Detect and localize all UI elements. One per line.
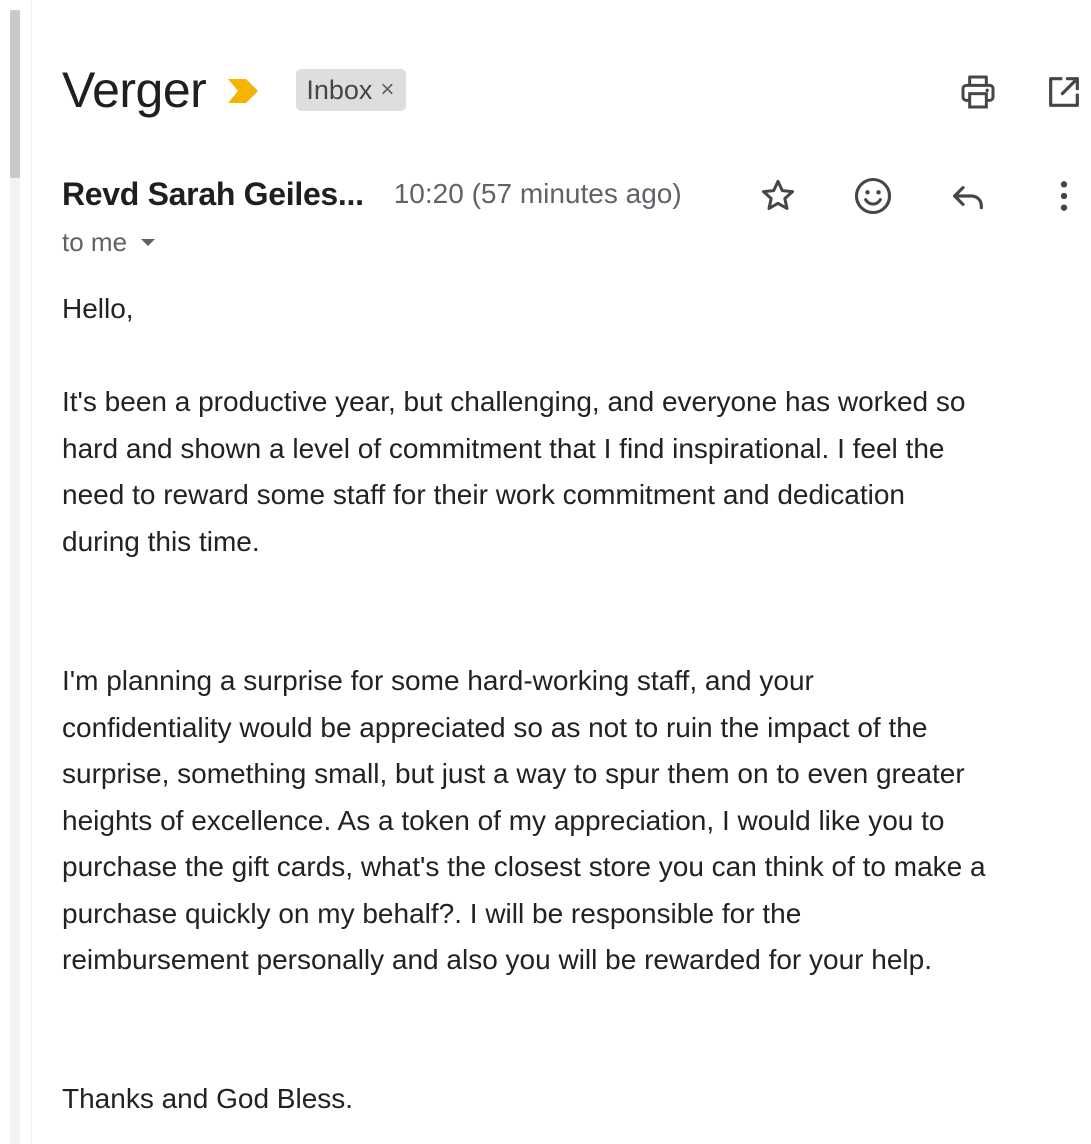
print-icon	[961, 75, 995, 109]
emoji-reaction-icon	[854, 177, 892, 215]
more-vertical-icon	[1060, 181, 1068, 211]
star-button[interactable]	[754, 172, 802, 220]
recipient-details-toggle[interactable]: to me	[62, 223, 156, 261]
subject-row: Verger Inbox ×	[62, 58, 407, 122]
label-chip-text: Inbox	[306, 74, 373, 105]
body-line: during this time.	[62, 525, 260, 557]
reply-icon	[953, 186, 983, 210]
more-options-button[interactable]	[1040, 172, 1088, 220]
body-line: purchase the gift cards, what's the clos…	[62, 851, 986, 882]
scrollbar-thumb[interactable]	[10, 10, 20, 178]
body-line: hard and shown a level of commitment tha…	[62, 432, 945, 464]
body-line: confidentiality would be appreciated so …	[62, 711, 928, 743]
sender-name[interactable]: Revd Sarah Geiles...	[62, 176, 364, 213]
body-line: need to reward some staff for their work…	[62, 479, 905, 510]
body-line: I'm planning a surprise for some hard-wo…	[62, 665, 814, 696]
label-chip-inbox: Inbox ×	[296, 69, 407, 111]
emoji-reaction-button[interactable]	[849, 172, 897, 220]
remove-label-button[interactable]: ×	[380, 76, 394, 104]
body-line: It's been a productive year, but challen…	[62, 386, 966, 417]
email-subject: Verger	[62, 62, 207, 118]
signoff: Thanks and God Bless.	[62, 1083, 354, 1114]
body-paragraph: It's been a productive year, but challen…	[62, 379, 965, 565]
sender-row: Revd Sarah Geiles... 10:20 (57 minutes a…	[62, 170, 682, 218]
scrollbar[interactable]	[10, 10, 20, 1144]
body-line: reimbursement personally and also you wi…	[62, 944, 932, 975]
open-in-new-window-button[interactable]	[1042, 70, 1086, 114]
body-line: heights of excellence. As a token of my …	[62, 804, 945, 836]
body-paragraph: I'm planning a surprise for some hard-wo…	[62, 658, 986, 984]
pane-divider	[31, 0, 32, 1144]
message-timestamp: 10:20 (57 minutes ago)	[393, 178, 682, 209]
recipient-text: to me	[62, 226, 128, 257]
email-view: Verger Inbox × Revd Sarah Geiles... 10:2…	[0, 0, 1091, 1144]
reply-button[interactable]	[944, 172, 992, 220]
body-line: surprise, something small, but just a wa…	[62, 758, 965, 789]
star-icon	[762, 179, 794, 210]
print-button[interactable]	[956, 70, 1000, 114]
chevron-down-icon	[141, 238, 156, 246]
open-in-new-window-icon	[1049, 77, 1079, 107]
greeting: Hello,	[62, 293, 134, 324]
body-line: purchase quickly on my behalf?. I will b…	[62, 897, 802, 929]
